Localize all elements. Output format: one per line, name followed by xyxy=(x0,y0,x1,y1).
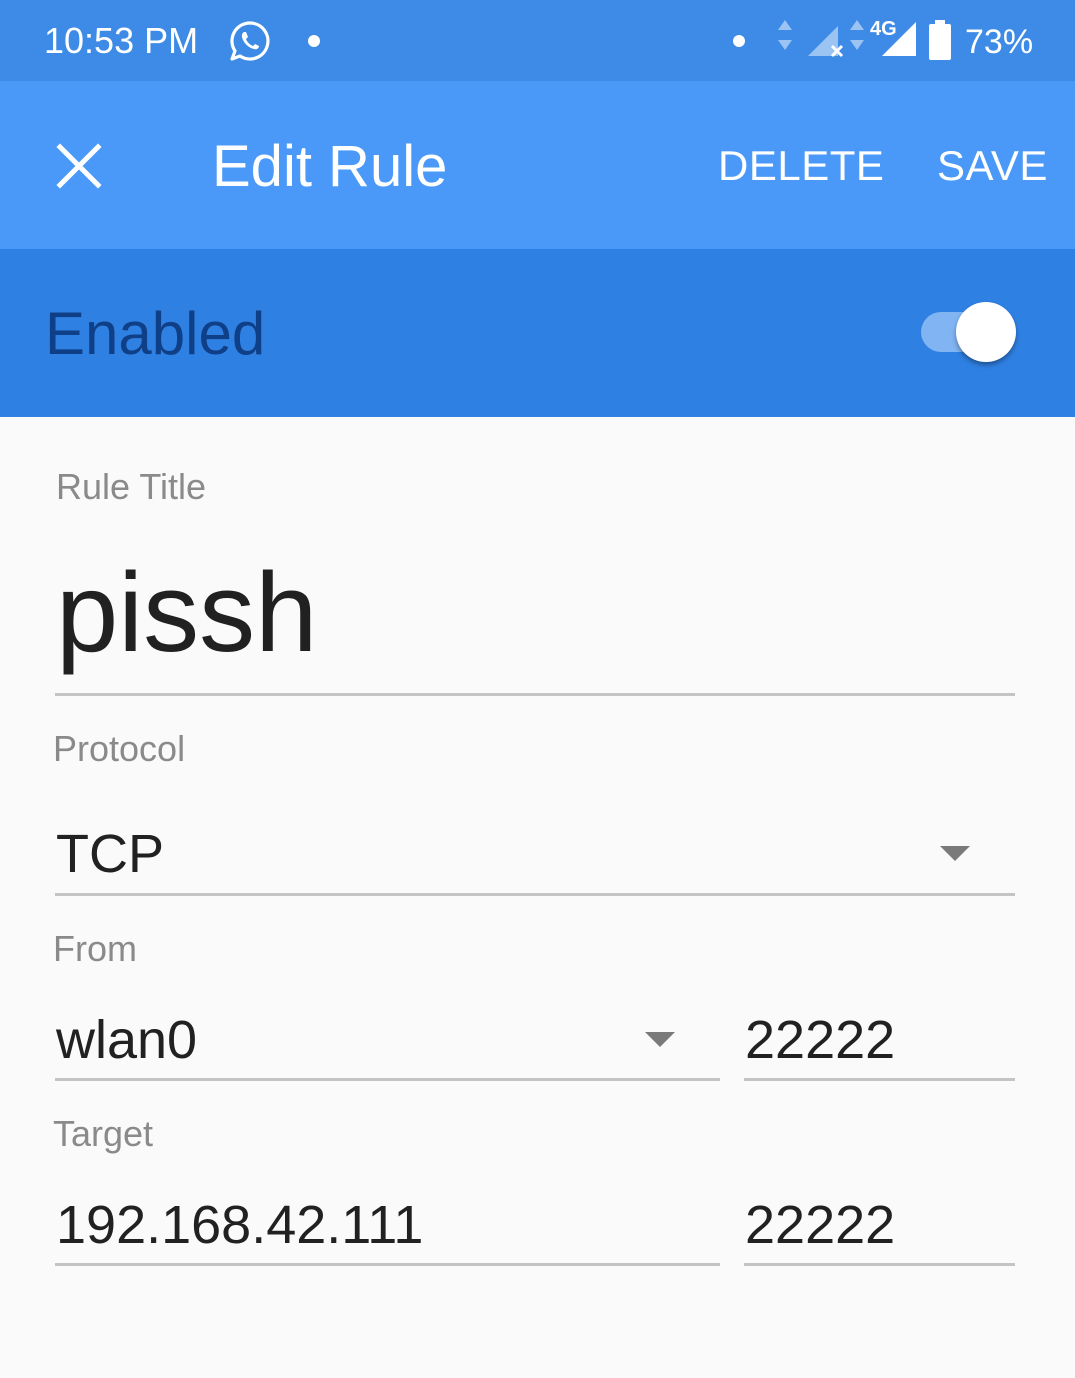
enabled-label: Enabled xyxy=(45,300,266,367)
target-port-underline xyxy=(744,1263,1015,1266)
target-port-input[interactable]: 22222 xyxy=(745,1195,895,1255)
status-bar: 10:53 PM 4G 73% xyxy=(0,0,1075,81)
battery-icon xyxy=(929,20,951,60)
target-address-input[interactable]: 192.168.42.111 xyxy=(56,1195,423,1255)
protocol-label: Protocol xyxy=(53,728,186,769)
from-label: From xyxy=(53,928,137,969)
chevron-down-icon[interactable] xyxy=(940,846,970,861)
protocol-underline xyxy=(55,893,1015,896)
delete-button[interactable]: DELETE xyxy=(718,141,884,191)
protocol-selected-value[interactable]: TCP xyxy=(56,824,164,884)
whatsapp-icon xyxy=(230,21,270,61)
from-interface-underline xyxy=(55,1078,720,1081)
enabled-bar: Enabled xyxy=(0,249,1075,417)
signal-icon xyxy=(882,22,916,56)
from-port-underline xyxy=(744,1078,1015,1081)
from-port-input[interactable]: 22222 xyxy=(745,1010,895,1070)
page-title: Edit Rule xyxy=(212,134,448,199)
save-button[interactable]: SAVE xyxy=(937,141,1048,191)
target-address-underline xyxy=(55,1263,720,1266)
status-time: 10:53 PM xyxy=(44,20,199,61)
data-arrows-icon xyxy=(778,20,792,50)
from-interface-value[interactable]: wlan0 xyxy=(56,1010,197,1070)
close-icon[interactable] xyxy=(56,143,102,189)
app-toolbar: Edit Rule DELETE SAVE xyxy=(0,81,1075,249)
notification-dot-icon xyxy=(308,35,320,47)
rule-title-underline xyxy=(55,693,1015,696)
rule-title-label: Rule Title xyxy=(56,466,207,507)
signal-icon xyxy=(808,26,844,58)
chevron-down-icon[interactable] xyxy=(645,1032,675,1047)
rule-title-input[interactable]: pissh xyxy=(56,548,317,678)
battery-percentage: 73% xyxy=(965,23,1034,61)
notification-dot-icon xyxy=(733,35,745,47)
toggle-thumb[interactable] xyxy=(956,302,1016,362)
data-arrows-icon xyxy=(850,20,864,50)
target-label: Target xyxy=(53,1113,154,1154)
